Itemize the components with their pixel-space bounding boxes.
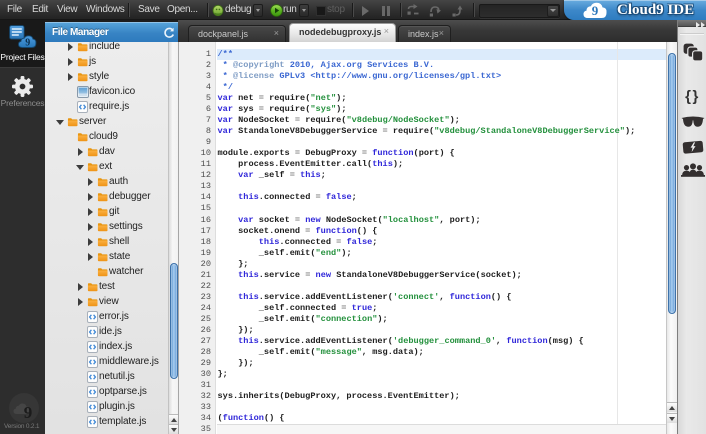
svg-text:9: 9 [592,3,599,18]
svg-text:9: 9 [25,38,30,49]
svg-text:9: 9 [24,403,33,422]
